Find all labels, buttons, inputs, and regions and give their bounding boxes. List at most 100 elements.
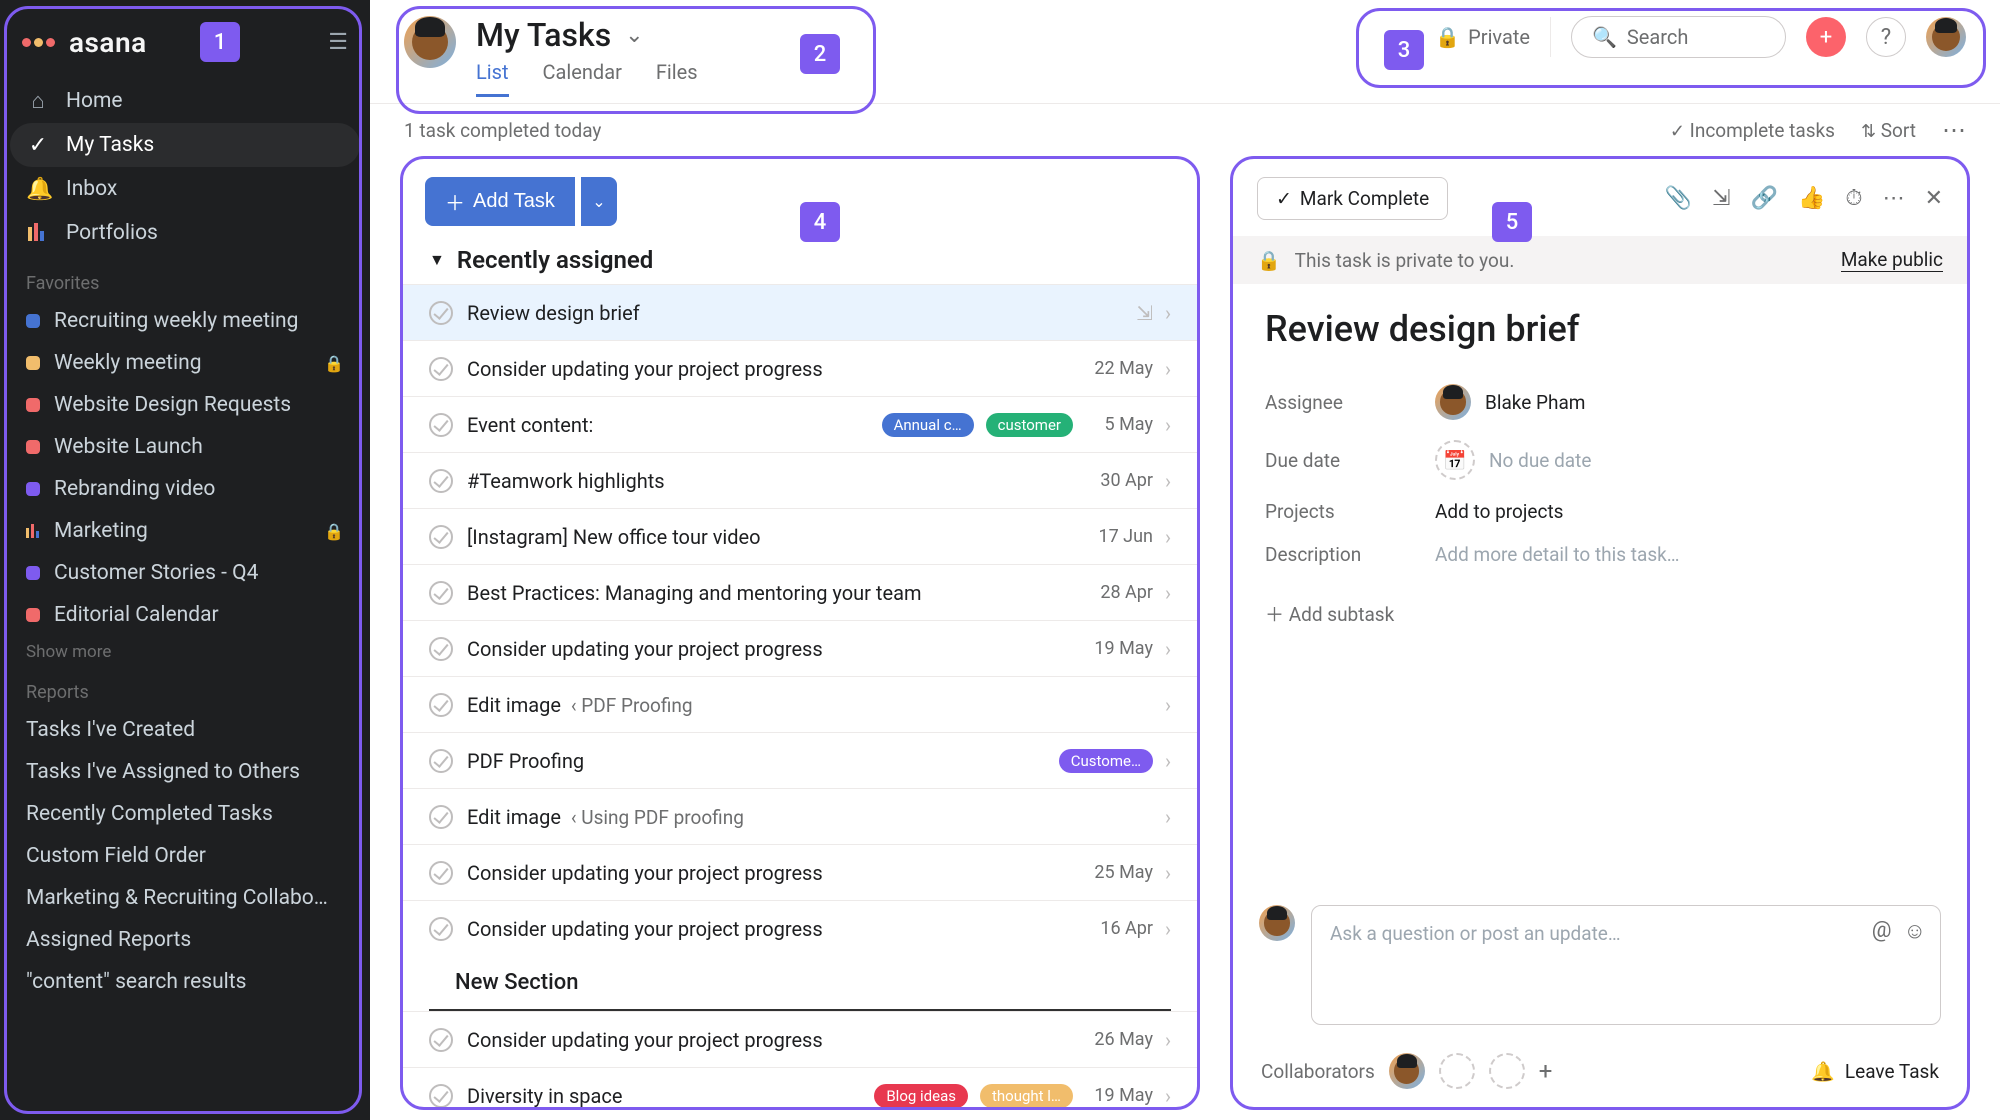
sort-button[interactable]: ⇅ Sort (1861, 119, 1916, 142)
favorite-label: Editorial Calendar (54, 603, 219, 627)
mark-complete-button[interactable]: ✓ Mark Complete (1257, 177, 1448, 220)
task-row[interactable]: Consider updating your project progress1… (403, 620, 1197, 676)
sidebar-report-item[interactable]: Tasks I've Created (0, 709, 370, 751)
task-row[interactable]: Consider updating your project progress2… (403, 844, 1197, 900)
tag-pill[interactable]: Blog ideas (874, 1084, 968, 1108)
complete-checkbox[interactable] (429, 637, 453, 661)
comment-input[interactable]: Ask a question or post an update… @ ☺ (1311, 905, 1941, 1025)
tag-pill[interactable]: thought l… (980, 1084, 1073, 1108)
nav-my-tasks[interactable]: ✓ My Tasks (10, 123, 360, 167)
tag-pill[interactable]: Annual c… (882, 413, 974, 437)
close-icon[interactable]: ✕ (1925, 186, 1943, 211)
tag-pill[interactable]: Custome… (1059, 749, 1153, 773)
sidebar-report-item[interactable]: Recently Completed Tasks (0, 793, 370, 835)
mention-icon[interactable]: @ (1872, 918, 1892, 944)
nav-inbox[interactable]: 🔔 Inbox (0, 167, 370, 211)
task-row[interactable]: [Instagram] New office tour video17 Jun› (403, 508, 1197, 564)
sidebar-favorite-item[interactable]: Customer Stories - Q4 (0, 552, 370, 594)
help-button[interactable]: ? (1866, 17, 1906, 57)
emoji-icon[interactable]: ☺ (1904, 918, 1926, 944)
task-row[interactable]: Consider updating your project progress2… (403, 340, 1197, 396)
attachment-icon[interactable]: 📎 (1665, 186, 1692, 211)
like-icon[interactable]: 👍 (1798, 186, 1825, 211)
main-area: My Tasks ⌄ List Calendar Files 🔒 Private… (370, 0, 2000, 1120)
sidebar-report-item[interactable]: Marketing & Recruiting Collabo… (0, 877, 370, 919)
make-public-link[interactable]: Make public (1841, 248, 1943, 272)
subtask-icon[interactable]: ⇲ (1712, 186, 1730, 211)
filter-button[interactable]: ✓ Incomplete tasks (1670, 119, 1835, 142)
complete-checkbox[interactable] (429, 413, 453, 437)
search-input[interactable]: 🔍 Search (1571, 16, 1786, 58)
add-task-button[interactable]: ＋ Add Task (425, 177, 575, 226)
link-icon[interactable]: 🔗 (1751, 186, 1778, 211)
sidebar-report-item[interactable]: Tasks I've Assigned to Others (0, 751, 370, 793)
complete-checkbox[interactable] (429, 525, 453, 549)
search-placeholder: Search (1627, 25, 1688, 49)
sidebar-report-item[interactable]: Custom Field Order (0, 835, 370, 877)
task-row[interactable]: Consider updating your project progress1… (403, 900, 1197, 956)
sidebar-favorite-item[interactable]: Website Design Requests (0, 384, 370, 426)
add-collaborator-button[interactable]: + (1539, 1057, 1553, 1085)
collapse-sidebar-icon[interactable]: ☰ (328, 30, 348, 55)
description-placeholder[interactable]: Add more detail to this task… (1435, 543, 1679, 566)
tab-files[interactable]: Files (656, 60, 698, 97)
privacy-button[interactable]: 🔒 Private (1435, 25, 1530, 49)
add-task-dropdown[interactable]: ⌄ (581, 177, 617, 226)
sidebar-favorite-item[interactable]: Editorial Calendar (0, 594, 370, 636)
complete-checkbox[interactable] (429, 693, 453, 717)
task-row[interactable]: Consider updating your project progress2… (403, 1011, 1197, 1067)
nav-portfolios[interactable]: Portfolios (0, 211, 370, 255)
sidebar-favorite-item[interactable]: Website Launch (0, 426, 370, 468)
sidebar-favorite-item[interactable]: Rebranding video (0, 468, 370, 510)
user-avatar[interactable] (404, 16, 456, 68)
task-row[interactable]: Edit image ‹ PDF Proofing› (403, 676, 1197, 732)
task-row[interactable]: Best Practices: Managing and mentoring y… (403, 564, 1197, 620)
chevron-down-icon[interactable]: ⌄ (625, 23, 643, 48)
collapse-section-icon[interactable]: ▼ (429, 250, 445, 270)
tab-list[interactable]: List (476, 60, 509, 97)
complete-checkbox[interactable] (429, 805, 453, 829)
add-collaborator-slot[interactable] (1439, 1053, 1475, 1089)
assignee-value[interactable]: Blake Pham (1435, 384, 1585, 420)
user-menu-avatar[interactable] (1926, 17, 1966, 57)
complete-checkbox[interactable] (429, 917, 453, 941)
complete-checkbox[interactable] (429, 301, 453, 325)
task-row[interactable]: Diversity in spaceBlog ideasthought l…19… (403, 1067, 1197, 1107)
task-row[interactable]: Review design brief⇲› (403, 284, 1197, 340)
report-label: Marketing & Recruiting Collabo… (26, 886, 328, 910)
more-icon[interactable]: ⋯ (1883, 186, 1905, 211)
complete-checkbox[interactable] (429, 581, 453, 605)
tag-pill[interactable]: customer (986, 413, 1073, 437)
task-row[interactable]: #Teamwork highlights30 Apr› (403, 452, 1197, 508)
add-collaborator-slot[interactable] (1489, 1053, 1525, 1089)
leave-task-button[interactable]: 🔔 Leave Task (1811, 1060, 1939, 1083)
collaborator-avatar[interactable] (1389, 1053, 1425, 1089)
more-menu-icon[interactable]: ⋯ (1942, 116, 1966, 144)
timer-icon[interactable]: ⏱ (1845, 186, 1862, 211)
complete-checkbox[interactable] (429, 469, 453, 493)
task-row[interactable]: Edit image ‹ Using PDF proofing› (403, 788, 1197, 844)
complete-checkbox[interactable] (429, 861, 453, 885)
sidebar-favorite-item[interactable]: Marketing🔒 (0, 510, 370, 552)
show-more-link[interactable]: Show more (0, 636, 370, 664)
nav-home[interactable]: ⌂ Home (0, 79, 370, 123)
projects-label: Projects (1265, 500, 1395, 523)
global-add-button[interactable]: + (1806, 17, 1846, 57)
section-name[interactable]: New Section (429, 956, 1171, 1011)
complete-checkbox[interactable] (429, 749, 453, 773)
task-row[interactable]: Event content:Annual c…customer5 May› (403, 396, 1197, 452)
due-date-value[interactable]: 📅 No due date (1435, 440, 1591, 480)
sidebar-favorite-item[interactable]: Recruiting weekly meeting (0, 300, 370, 342)
sidebar-report-item[interactable]: "content" search results (0, 961, 370, 1003)
complete-checkbox[interactable] (429, 1084, 453, 1108)
check-circle-icon: ✓ (26, 133, 50, 158)
task-row[interactable]: PDF ProofingCustome…› (403, 732, 1197, 788)
sidebar-favorite-item[interactable]: Weekly meeting🔒 (0, 342, 370, 384)
projects-value[interactable]: Add to projects (1435, 500, 1563, 523)
complete-checkbox[interactable] (429, 357, 453, 381)
complete-checkbox[interactable] (429, 1028, 453, 1052)
add-subtask-button[interactable]: ＋ Add subtask (1233, 576, 1967, 635)
task-title[interactable]: Review design brief (1233, 284, 1967, 374)
tab-calendar[interactable]: Calendar (543, 60, 622, 97)
sidebar-report-item[interactable]: Assigned Reports (0, 919, 370, 961)
